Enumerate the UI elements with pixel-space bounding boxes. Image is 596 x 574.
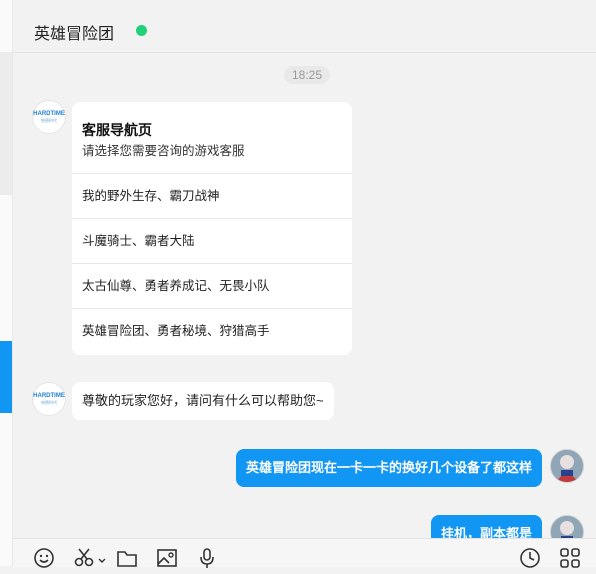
online-status-dot (136, 25, 147, 36)
nav-option-4[interactable]: 英雄冒险团、勇者秘境、狩猎高手 (72, 308, 352, 352)
support-avatar[interactable]: HARDTIME 哈德时代 (32, 382, 66, 416)
chat-header: 英雄冒险团 (13, 0, 596, 53)
left-edge-shade (0, 52, 12, 195)
user-avatar[interactable] (550, 449, 584, 483)
chat-title: 英雄冒险团 (34, 26, 115, 43)
brand-logo-subtext: 哈德时代 (41, 118, 57, 123)
nav-option-1[interactable]: 我的野外生存、霸刀战神 (72, 173, 352, 217)
user-message: 英雄冒险团现在一卡一卡的换好几个设备了都这样 (235, 449, 542, 487)
brand-logo-text: HARDTIME (33, 111, 65, 117)
nav-card-subtitle: 请选择您需要咨询的游戏客服 (82, 144, 245, 158)
left-edge-accent (0, 341, 12, 413)
brand-logo-text: HARDTIME (33, 393, 65, 399)
support-navigation-card: 客服导航页 请选择您需要咨询的游戏客服 我的野外生存、霸刀战神 斗魔骑士、霸者大… (72, 102, 352, 355)
nav-option-2[interactable]: 斗魔骑士、霸者大陆 (72, 218, 352, 262)
support-message-greeting: 尊敬的玩家您好，请问有什么可以帮助您~ (72, 382, 334, 420)
nav-option-3[interactable]: 太古仙尊、勇者养成记、无畏小队 (72, 263, 352, 307)
user-avatar-image (551, 450, 583, 482)
message-timestamp: 18:25 (284, 66, 331, 84)
support-avatar[interactable]: HARDTIME 哈德时代 (32, 100, 66, 134)
message-toolbar (13, 538, 596, 568)
left-edge-panel (0, 0, 13, 566)
brand-logo-subtext: 哈德时代 (41, 400, 57, 405)
nav-card-title: 客服导航页 (82, 122, 152, 138)
